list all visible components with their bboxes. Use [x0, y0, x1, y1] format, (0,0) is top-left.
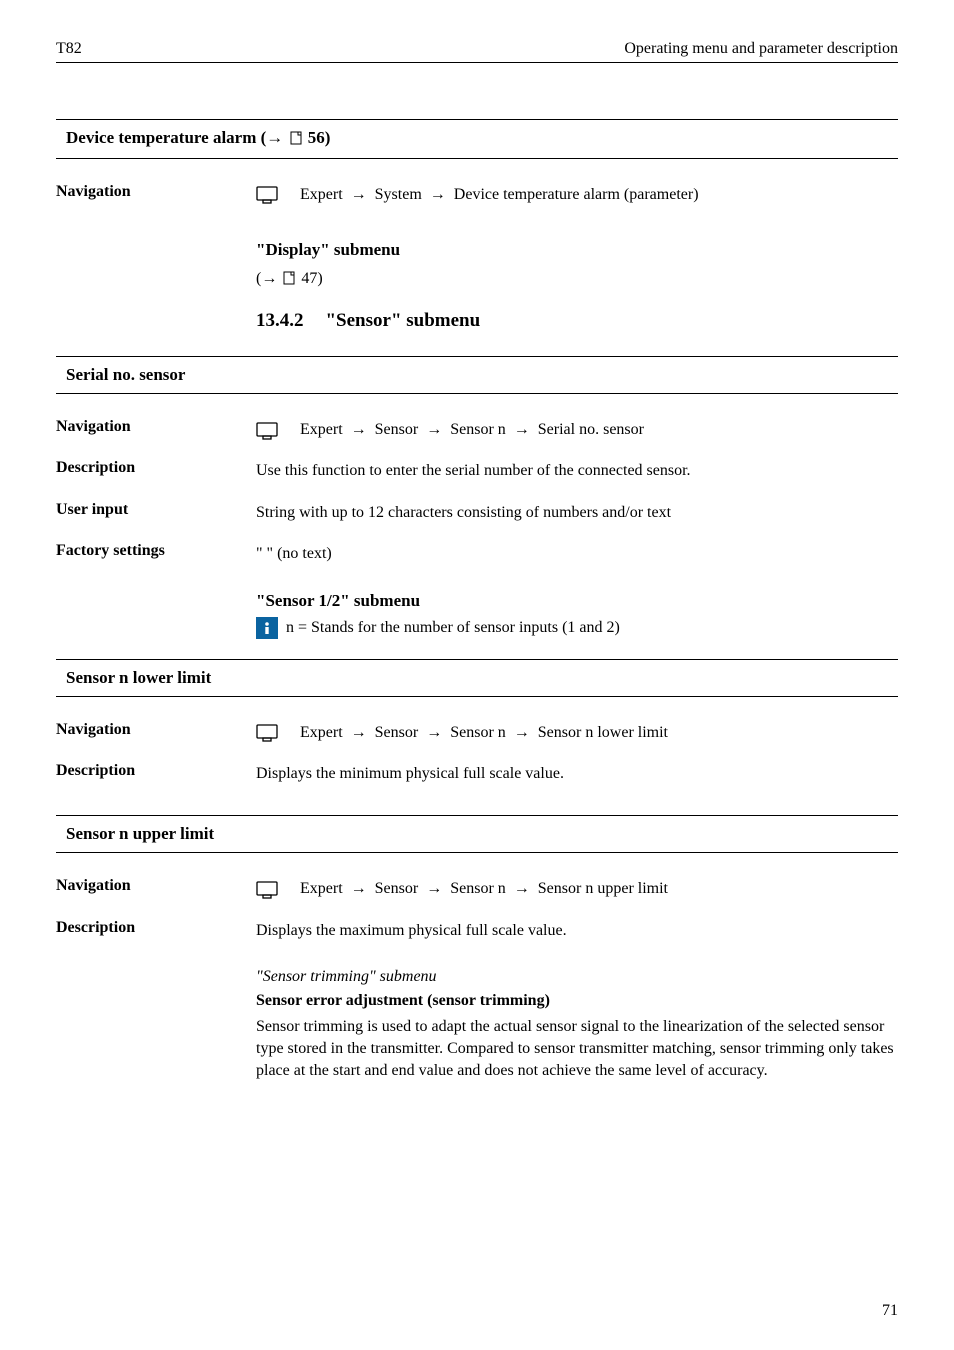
param-title-serial-no: Serial no. sensor: [56, 356, 898, 394]
section-number: 13.4.2: [256, 310, 304, 331]
arrow-icon: →: [351, 724, 367, 741]
page-ref-icon: [283, 271, 295, 290]
nav-seg1: Expert: [300, 186, 347, 203]
label-navigation: Navigation: [56, 183, 256, 201]
label-description: Description: [56, 459, 256, 477]
arrow-icon: →: [426, 421, 442, 438]
nav-seg4: Serial no. sensor: [534, 421, 644, 438]
trimming-body: Sensor trimming is used to adapt the act…: [256, 1016, 898, 1083]
nav-seg2: Sensor: [371, 880, 423, 897]
row-desc-upper: Description Displays the maximum physica…: [56, 919, 898, 942]
arrow-icon: →: [351, 186, 367, 203]
label-navigation: Navigation: [56, 418, 256, 436]
trimming-heading: Sensor error adjustment (sensor trimming…: [256, 992, 898, 1010]
display-device-icon: [256, 881, 278, 899]
label-navigation: Navigation: [56, 877, 256, 895]
row-nav-serial: Navigation Expert → Sensor → Sensor n → …: [56, 418, 898, 441]
nav-seg3: Sensor n: [446, 880, 510, 897]
nav-seg4: Sensor n upper limit: [534, 880, 668, 897]
page-number: 71: [882, 1302, 898, 1320]
row-nav-device-temp: Navigation Expert → System → Device temp…: [56, 183, 898, 206]
row-input-serial: User input String with up to 12 characte…: [56, 501, 898, 524]
arrow-icon: →: [514, 880, 530, 897]
arrow-icon: →: [514, 724, 530, 741]
display-device-icon: [256, 724, 278, 742]
value-factory-settings: " " (no text): [256, 542, 898, 565]
header-right: Operating menu and parameter description: [624, 40, 898, 58]
nav-seg1: Expert: [300, 421, 347, 438]
trimming-subtitle: "Sensor trimming" submenu: [256, 968, 898, 986]
row-nav-lower: Navigation Expert → Sensor → Sensor n → …: [56, 721, 898, 744]
row-desc-lower: Description Displays the minimum physica…: [56, 762, 898, 785]
nav-seg3: Sensor n: [446, 421, 510, 438]
param-title-lower-limit: Sensor n lower limit: [56, 659, 898, 697]
section-title: "Sensor" submenu: [326, 310, 481, 331]
sensor12-submenu-block: "Sensor 1/2" submenu n = Stands for the …: [256, 591, 898, 639]
page-ref-icon: [290, 130, 302, 150]
value-user-input: String with up to 12 characters consisti…: [256, 501, 898, 524]
header-left: T82: [56, 40, 82, 58]
display-submenu-title: "Display" submenu: [256, 240, 898, 260]
display-device-icon: [256, 422, 278, 440]
row-nav-upper: Navigation Expert → Sensor → Sensor n → …: [56, 877, 898, 900]
value-description: Use this function to enter the serial nu…: [256, 459, 898, 482]
sensor12-info-text: n = Stands for the number of sensor inpu…: [286, 619, 620, 637]
arrow-icon: →: [351, 421, 367, 438]
arrow-icon: →: [514, 421, 530, 438]
nav-seg2: System: [371, 186, 426, 203]
value-navigation: Expert → Sensor → Sensor n → Sensor n up…: [256, 877, 898, 900]
value-navigation: Expert → Sensor → Sensor n → Sensor n lo…: [256, 721, 898, 744]
param-title-upper-limit: Sensor n upper limit: [56, 815, 898, 853]
nav-seg4: Sensor n lower limit: [534, 724, 668, 741]
display-device-icon: [256, 186, 278, 204]
nav-seg1: Expert: [300, 880, 347, 897]
value-description: Displays the maximum physical full scale…: [256, 919, 898, 942]
ref-page: 47): [301, 270, 322, 287]
label-description: Description: [56, 762, 256, 780]
arrow-icon: →: [426, 880, 442, 897]
label-user-input: User input: [56, 501, 256, 519]
arrow-icon: →: [426, 724, 442, 741]
nav-seg2: Sensor: [371, 724, 423, 741]
title-page: 56): [308, 128, 331, 147]
label-navigation: Navigation: [56, 721, 256, 739]
arrow-icon: →: [430, 186, 446, 203]
display-submenu-ref: (→ 47): [256, 270, 898, 290]
row-factory-serial: Factory settings " " (no text): [56, 542, 898, 565]
value-navigation: Expert → Sensor → Sensor n → Serial no. …: [256, 418, 898, 441]
label-description: Description: [56, 919, 256, 937]
sensor-submenu-heading: 13.4.2 "Sensor" submenu: [256, 310, 898, 332]
page-header: T82 Operating menu and parameter descrip…: [56, 40, 898, 63]
sensor12-info-row: n = Stands for the number of sensor inpu…: [256, 617, 898, 639]
nav-seg2: Sensor: [371, 421, 423, 438]
value-description: Displays the minimum physical full scale…: [256, 762, 898, 785]
arrow-icon: →: [351, 880, 367, 897]
value-navigation: Expert → System → Device temperature ala…: [256, 183, 898, 206]
sensor12-title: "Sensor 1/2" submenu: [256, 591, 898, 611]
nav-seg1: Expert: [300, 724, 347, 741]
info-icon: [256, 617, 278, 639]
nav-seg3: Sensor n: [446, 724, 510, 741]
sensor-trimming-block: "Sensor trimming" submenu Sensor error a…: [256, 968, 898, 1083]
display-submenu-block: "Display" submenu (→ 47): [256, 240, 898, 290]
nav-seg3: Device temperature alarm (parameter): [450, 186, 699, 203]
ref-pre: (→: [256, 270, 281, 287]
param-title-device-temp-alarm: Device temperature alarm (→ 56): [56, 119, 898, 159]
label-factory-settings: Factory settings: [56, 542, 256, 560]
title-text-pre: Device temperature alarm (→: [66, 128, 288, 147]
row-desc-serial: Description Use this function to enter t…: [56, 459, 898, 482]
